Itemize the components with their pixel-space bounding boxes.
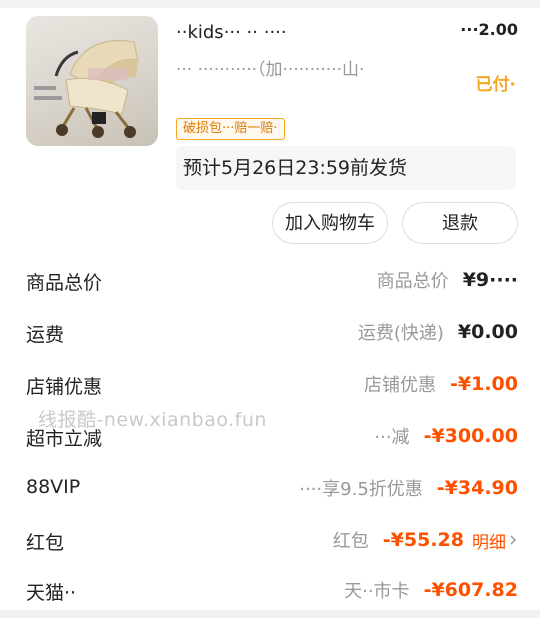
- row-desc: 红包: [332, 531, 369, 552]
- chevron-right-icon: [510, 535, 517, 545]
- detail-label: 明细: [472, 532, 506, 553]
- product-image[interactable]: [26, 16, 158, 146]
- add-to-cart-button[interactable]: 加入购物车: [272, 202, 388, 244]
- row-amount: -¥607.82: [423, 579, 518, 601]
- row-item-total: 商品总价 商品总价 ¥9····: [0, 256, 540, 308]
- row-amount: ¥9····: [462, 269, 518, 291]
- row-desc: ····享9.5折优惠: [299, 479, 423, 500]
- row-label: 商品总价: [26, 272, 103, 294]
- stroller-image: [34, 40, 139, 138]
- refund-button[interactable]: 退款: [402, 202, 518, 244]
- detail-link[interactable]: 明细: [472, 528, 518, 553]
- product-sku: ··· ···········（加···········山·: [176, 60, 365, 80]
- row-amount: ¥0.00: [457, 321, 518, 343]
- row-label: 运费: [26, 324, 65, 346]
- row-amount: -¥55.28: [382, 529, 464, 551]
- row-amount: -¥1.00: [450, 373, 518, 395]
- row-label: 店铺优惠: [26, 376, 103, 398]
- row-desc: 运费(快递): [357, 323, 444, 344]
- row-label: 天猫··: [26, 582, 77, 604]
- row-desc: 商品总价: [376, 271, 449, 292]
- service-tag[interactable]: 破损包···赔一赔·: [176, 118, 285, 140]
- row-shipping-fee: 运费 运费(快递) ¥0.00: [0, 308, 540, 360]
- row-amount: -¥34.90: [436, 477, 518, 499]
- product-title[interactable]: ··kids··· ·· ····: [176, 20, 446, 46]
- shipping-note: 预计5月26日23:59前发货: [176, 146, 516, 190]
- row-desc: 天··市卡: [344, 581, 410, 602]
- row-amount: -¥300.00: [423, 425, 518, 447]
- row-desc: ···减: [374, 427, 410, 448]
- top-divider: [0, 0, 540, 8]
- product-price: ···2.00: [460, 20, 518, 39]
- row-tmall-card: 天猫·· 天··市卡 -¥607.82: [0, 566, 540, 618]
- row-label: 88VIP: [26, 476, 81, 498]
- row-red-packet[interactable]: 红包 红包 -¥55.28 明细: [0, 516, 540, 568]
- row-supermarket-discount: 超市立减 ···减 -¥300.00: [0, 412, 540, 464]
- order-card: ··kids··· ·· ···· ···2.00 ··· ··········…: [0, 0, 540, 610]
- row-label: 超市立减: [26, 428, 103, 450]
- row-desc: 店铺优惠: [364, 375, 437, 396]
- row-label: 红包: [26, 532, 65, 554]
- payment-status: 已付·: [475, 75, 516, 95]
- row-88vip: 88VIP ····享9.5折优惠 -¥34.90: [0, 464, 540, 516]
